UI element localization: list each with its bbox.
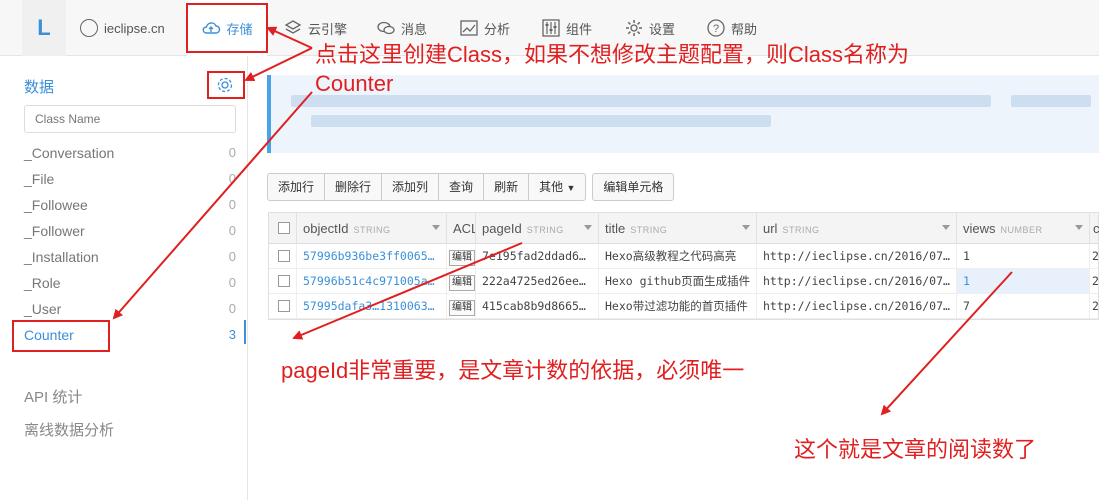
annotation-counter-name: Counter — [315, 71, 394, 96]
arrow-to-storage — [266, 26, 313, 49]
arrow-to-counter — [112, 91, 313, 320]
arrow-to-views — [880, 271, 1013, 416]
annotation-create-class: 点击这里创建Class，如果不想修改主题配置，则Class名称为 — [315, 42, 910, 67]
annotation-arrows — [112, 26, 1013, 416]
arrow-to-gear — [244, 47, 313, 82]
arrow-to-pageid — [292, 242, 523, 340]
annotation-pageid: pageId非常重要，是文章计数的依据，必须唯一 — [281, 358, 745, 383]
annotation-views: 这个就是文章的阅读数了 — [794, 437, 1037, 462]
